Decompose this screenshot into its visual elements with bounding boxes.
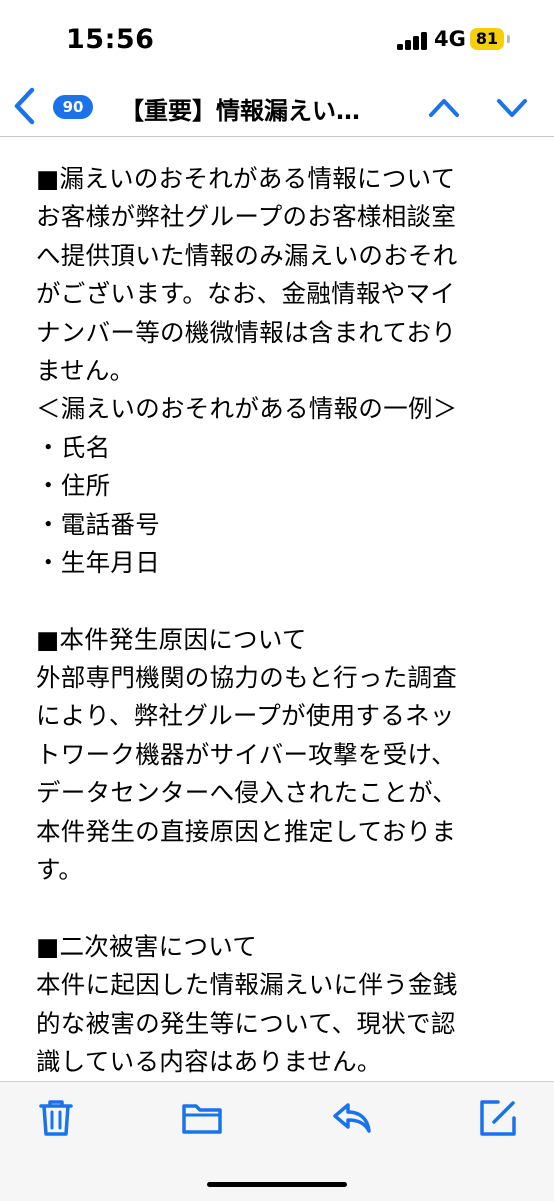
message-line: す。 <box>36 855 84 885</box>
message-line: ・氏名 <box>36 432 111 462</box>
cellular-signal-icon <box>397 30 429 50</box>
message-subject-title: 【重要】情報漏えい… <box>120 97 360 125</box>
battery-level: 81 <box>470 28 504 50</box>
unread-count-badge[interactable]: 90 <box>53 95 93 119</box>
message-line: 的な被害の発生等について、現状で認 <box>36 1008 456 1038</box>
message-line: お客様が弊社グループのお客様相談室 <box>36 202 457 232</box>
previous-message-chevron-up-icon[interactable] <box>426 90 462 126</box>
compose-icon[interactable] <box>476 1096 520 1140</box>
next-message-chevron-down-icon[interactable] <box>494 90 530 126</box>
message-line: ■漏えいのおそれがある情報について <box>36 164 456 193</box>
message-line: データセンターへ侵入されたことが、 <box>36 778 458 808</box>
battery-cap <box>507 35 510 43</box>
message-line: ■本件発生原因について <box>36 624 307 654</box>
message-line: トワーク機器がサイバー攻撃を受け、 <box>36 739 456 769</box>
message-body: ■漏えいのおそれがある情報について お客様が弊社グループのお客様相談室 へ提供頂いた… <box>36 160 536 1081</box>
trash-icon[interactable] <box>34 1096 78 1140</box>
message-line: ナンバー等の機微情報は含まれており <box>36 317 457 347</box>
folder-icon[interactable] <box>180 1096 224 1140</box>
message-line: がございます。なお、金融情報やマイ <box>36 279 456 309</box>
mail-navigation-bar: 90 【重要】情報漏えい… <box>0 80 554 137</box>
message-line: ・住所 <box>36 471 111 501</box>
message-line: 本件発生の直接原因と推定しておりま <box>36 816 457 846</box>
message-line: ません。 <box>36 355 135 385</box>
network-type: 4G <box>434 27 466 51</box>
message-line: 本件に起因した情報漏えいに伴う金銭 <box>36 970 458 1000</box>
message-line: ＜漏えいのおそれがある情報の一例＞ <box>36 394 458 424</box>
message-line: により、弊社グループが使用するネッ <box>36 701 455 731</box>
message-line: ・電話番号 <box>36 509 160 539</box>
status-bar: 15:56 4G 81 <box>0 0 554 80</box>
message-line: へ提供頂いた情報のみ漏えいのおそれ <box>36 240 458 270</box>
status-time: 15:56 <box>66 24 155 55</box>
message-line: 外部専門機関の協力のもと行った調査 <box>36 663 458 693</box>
message-line: ・生年月日 <box>36 547 160 577</box>
home-indicator <box>207 1182 347 1187</box>
reply-icon[interactable] <box>330 1096 374 1140</box>
back-chevron-icon[interactable] <box>10 86 40 126</box>
message-line: ■二次被害について <box>36 931 258 961</box>
message-line: 識している内容はありません。 <box>36 1046 382 1076</box>
